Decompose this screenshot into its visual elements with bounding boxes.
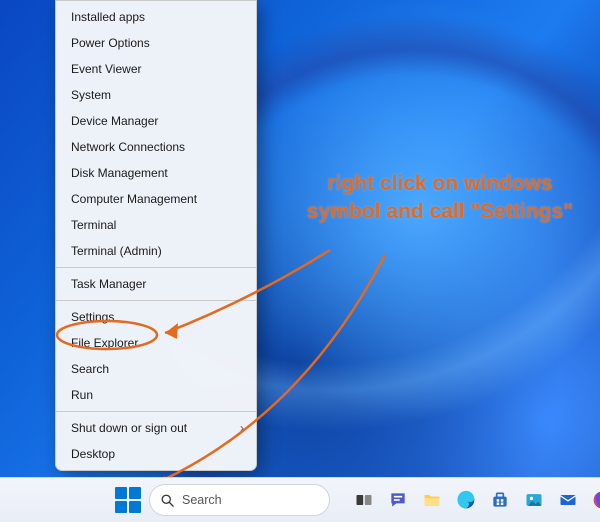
desktop-wallpaper: Installed apps Power Options Event Viewe… [0,0,600,522]
menu-item-disk-management[interactable]: Disk Management [56,160,256,186]
taskbar-icon-store[interactable] [488,488,512,512]
edge-browser-icon [456,490,476,510]
menu-item-device-manager[interactable]: Device Manager [56,108,256,134]
menu-separator [56,267,256,268]
search-label: Search [182,493,222,507]
taskbar-icon-firefox[interactable] [590,488,600,512]
task-view-icon [354,490,374,510]
menu-separator [56,411,256,412]
taskbar-icon-explorer[interactable] [420,488,444,512]
taskbar-icon-photos[interactable] [522,488,546,512]
menu-item-system[interactable]: System [56,82,256,108]
taskbar-icon-mail[interactable] [556,488,580,512]
taskbar-center-group: Search [115,484,600,516]
start-button[interactable] [115,487,141,513]
menu-item-power-options[interactable]: Power Options [56,30,256,56]
taskbar-icon-edge[interactable] [454,488,478,512]
menu-item-task-manager[interactable]: Task Manager [56,271,256,297]
menu-item-desktop[interactable]: Desktop [56,441,256,467]
menu-item-event-viewer[interactable]: Event Viewer [56,56,256,82]
photos-icon [524,490,544,510]
microsoft-store-icon [490,490,510,510]
menu-item-shutdown-signout[interactable]: Shut down or sign out [56,415,256,441]
menu-item-network-connections[interactable]: Network Connections [56,134,256,160]
firefox-icon [592,490,600,510]
taskbar-pinned-apps [352,488,600,512]
menu-item-file-explorer[interactable]: File Explorer [56,330,256,356]
file-explorer-icon [422,490,442,510]
menu-separator [56,300,256,301]
mail-icon [558,490,578,510]
menu-item-terminal[interactable]: Terminal [56,212,256,238]
taskbar-icon-chat[interactable] [386,488,410,512]
winx-context-menu: Installed apps Power Options Event Viewe… [55,0,257,471]
chat-icon [388,490,408,510]
annotation-text: right click on windows symbol and call "… [295,170,585,227]
menu-item-search[interactable]: Search [56,356,256,382]
taskbar: Search [0,477,600,522]
taskbar-search[interactable]: Search [149,484,330,516]
menu-item-computer-management[interactable]: Computer Management [56,186,256,212]
taskbar-icon-taskview[interactable] [352,488,376,512]
windows-start-icon [115,487,127,499]
menu-item-installed-apps[interactable]: Installed apps [56,4,256,30]
menu-item-terminal-admin[interactable]: Terminal (Admin) [56,238,256,264]
menu-item-settings[interactable]: Settings [56,304,256,330]
menu-item-run[interactable]: Run [56,382,256,408]
search-icon [160,493,175,508]
